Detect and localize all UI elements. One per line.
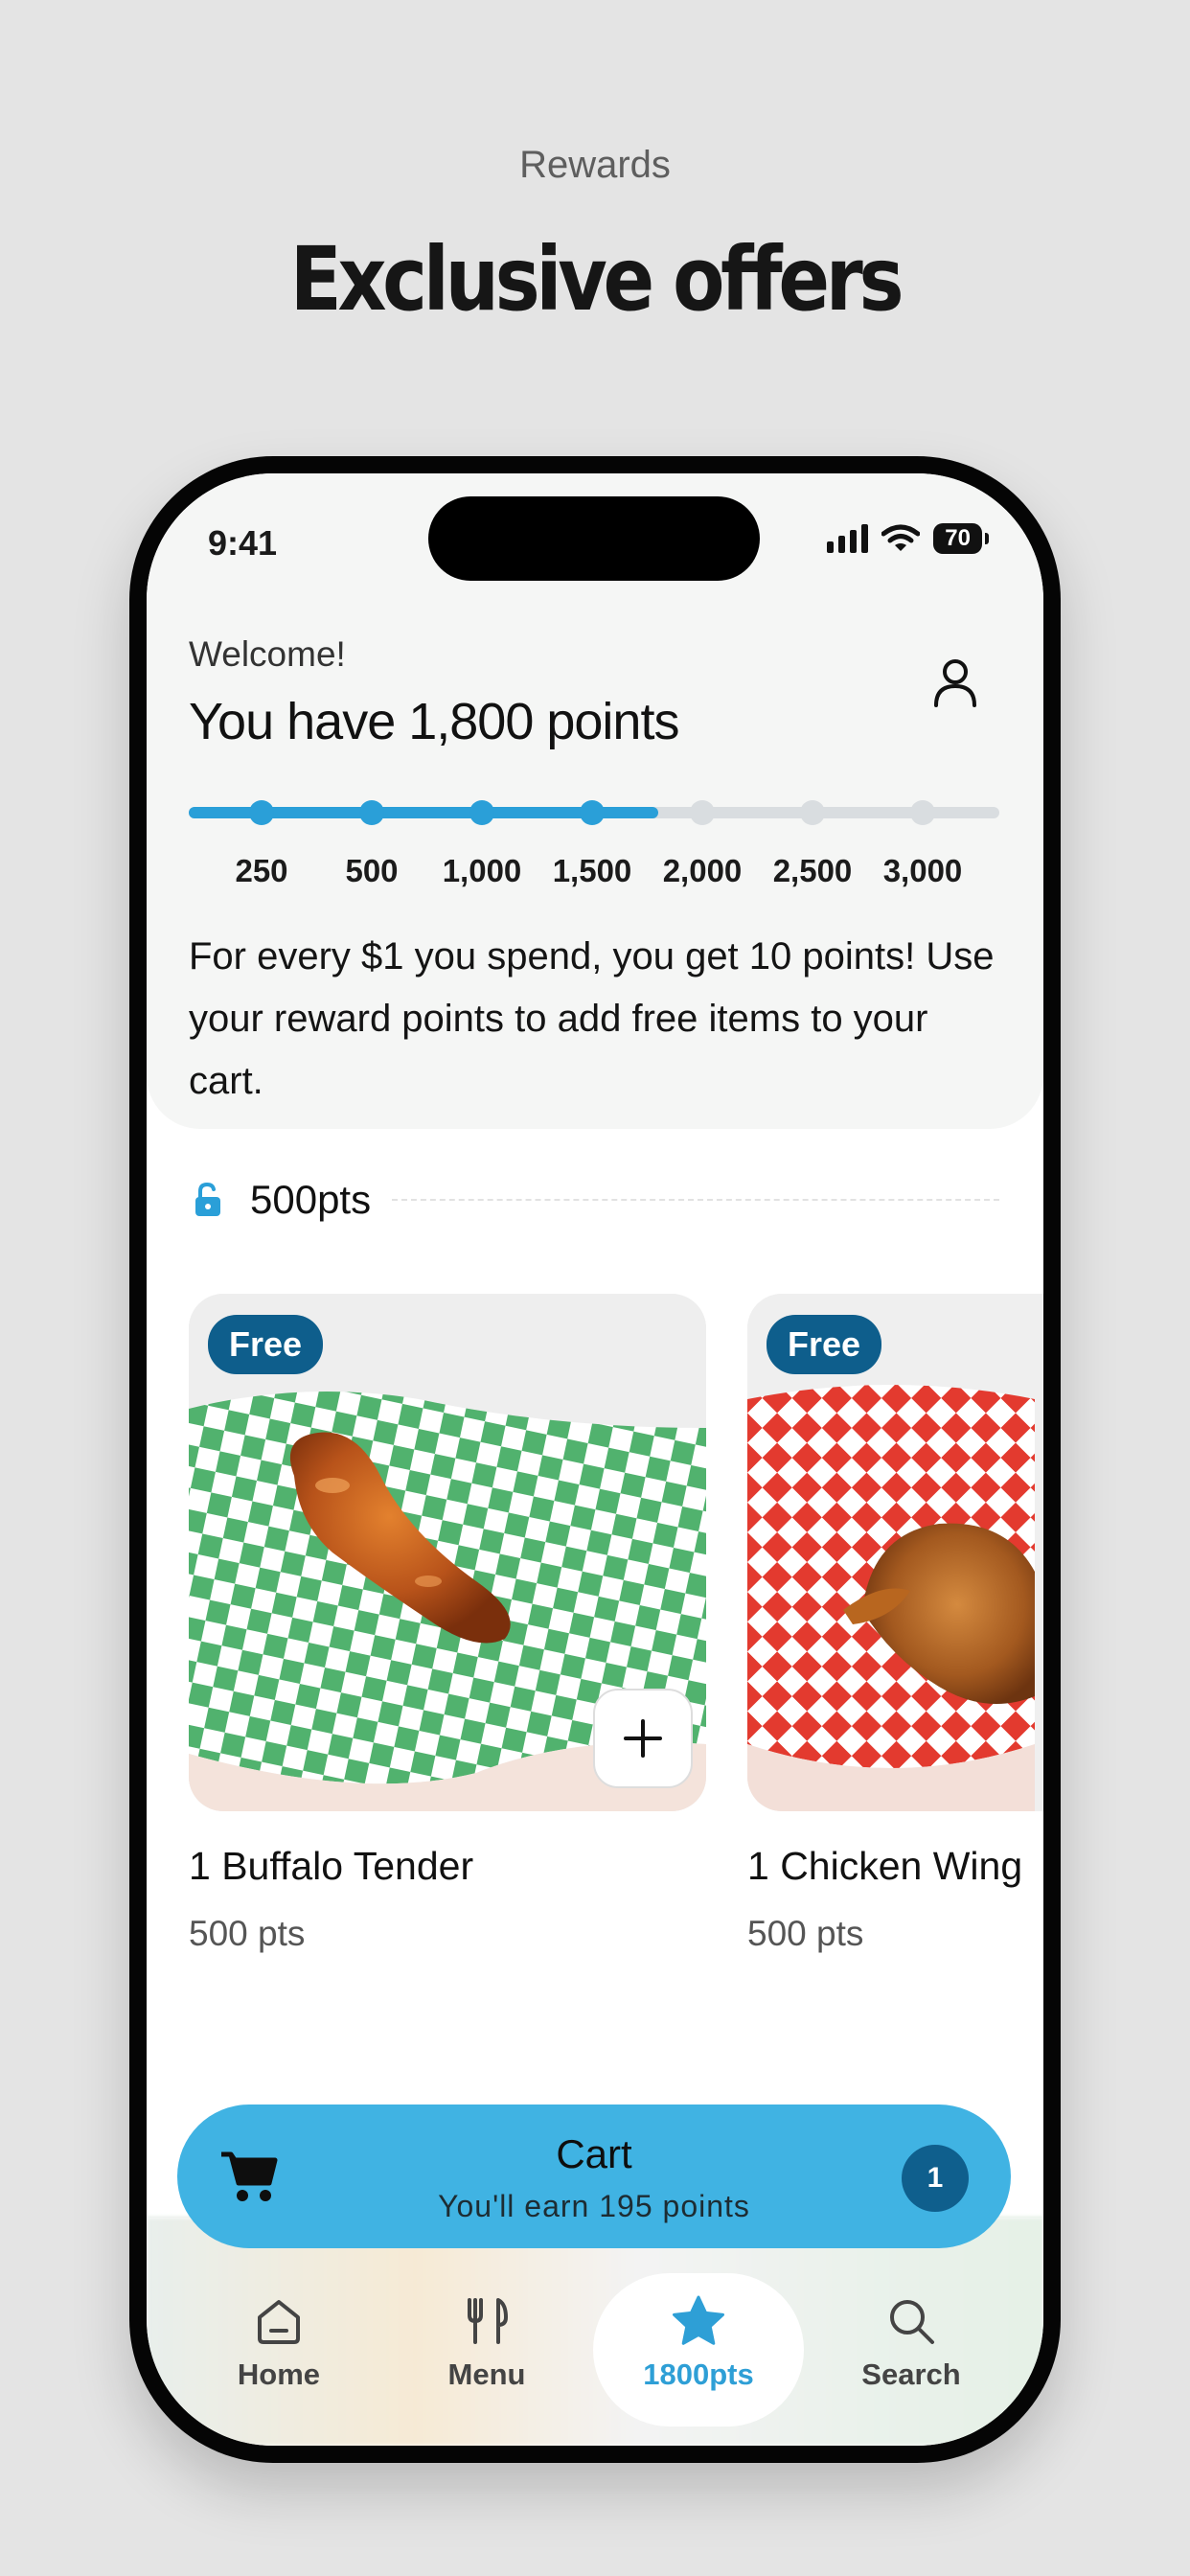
tab-label: Home <box>237 2358 321 2391</box>
profile-icon[interactable] <box>925 652 986 713</box>
star-icon <box>673 2295 724 2345</box>
wifi-icon <box>881 524 921 551</box>
reward-card[interactable]: Free 1 Buffalo Tender 500 pts <box>189 1294 706 1954</box>
free-badge: Free <box>767 1315 882 1374</box>
app-screen: 9:41 70 Welcome! You have 1,800 points 2… <box>147 473 1043 2446</box>
tab-label: Menu <box>447 2358 526 2391</box>
tier-label: 500pts <box>250 1177 372 1222</box>
bottom-tab-bar: Home Menu 1800pts Search <box>147 2273 1043 2436</box>
points-progress-bar <box>189 800 999 825</box>
tab-label: 1800pts <box>643 2358 754 2391</box>
promo-title: Exclusive offers <box>289 228 904 331</box>
reward-card[interactable]: Free 1 Chicken Wing 500 pts <box>747 1294 1043 1954</box>
milestone-label: 500 <box>345 853 399 888</box>
fork-knife-icon <box>468 2298 508 2344</box>
free-badge: Free <box>208 1315 324 1374</box>
milestone-dot <box>690 800 715 825</box>
plus-icon <box>624 1719 662 1758</box>
cart-button[interactable]: Cart You'll earn 195 points 1 <box>177 2104 1011 2248</box>
milestone-label: 250 <box>235 853 288 888</box>
cart-title: Cart <box>556 2131 632 2176</box>
battery-icon: 70 <box>933 523 989 554</box>
milestone-dot <box>800 800 825 825</box>
welcome-text: Welcome! <box>189 634 346 674</box>
milestone-dot <box>580 800 605 825</box>
tier-divider <box>392 1199 999 1201</box>
points-title: You have 1,800 points <box>189 693 679 750</box>
milestone-label: 1,500 <box>552 853 632 888</box>
home-icon <box>258 2300 300 2344</box>
search-icon <box>890 2300 934 2344</box>
tier-header: 500pts <box>189 1173 999 1227</box>
milestone-dot <box>359 800 384 825</box>
tab-search[interactable]: Search <box>806 2273 1017 2426</box>
cart-count-badge: 1 <box>902 2145 969 2212</box>
cart-earn-text: You'll earn 195 points <box>438 2189 750 2223</box>
phone-frame: 9:41 70 Welcome! You have 1,800 points 2… <box>129 456 1061 2463</box>
status-icons: 70 <box>827 523 989 554</box>
milestone-label: 2,000 <box>662 853 743 888</box>
reward-image-chicken-wing[interactable]: Free <box>747 1294 1043 1811</box>
reward-points: 500 pts <box>747 1914 864 1953</box>
milestone-dot <box>469 800 494 825</box>
milestone-label: 3,000 <box>882 853 963 888</box>
tab-menu[interactable]: Menu <box>381 2273 592 2426</box>
rewards-header: 9:41 70 Welcome! You have 1,800 points 2… <box>147 473 1043 1129</box>
points-info-text: For every $1 you spend, you get 10 point… <box>189 935 995 1102</box>
reward-points: 500 pts <box>189 1914 306 1953</box>
milestone-label: 1,000 <box>442 853 522 888</box>
tab-label: Search <box>861 2358 961 2391</box>
status-time: 9:41 <box>208 523 278 563</box>
promo-subtitle: Rewards <box>519 144 671 186</box>
milestone-dot <box>249 800 274 825</box>
tab-rewards[interactable]: 1800pts <box>593 2273 804 2426</box>
tab-home[interactable]: Home <box>173 2273 384 2426</box>
unlock-icon <box>195 1182 220 1216</box>
signal-icon <box>827 524 869 553</box>
reward-image-buffalo-tender[interactable]: Free <box>189 1294 706 1811</box>
reward-name: 1 Buffalo Tender <box>189 1844 474 1888</box>
reward-name: 1 Chicken Wing <box>747 1844 1023 1888</box>
dynamic-island <box>428 496 760 581</box>
milestone-label: 2,500 <box>772 853 853 888</box>
milestone-dot <box>910 800 935 825</box>
add-to-cart-button[interactable] <box>593 1689 693 1788</box>
